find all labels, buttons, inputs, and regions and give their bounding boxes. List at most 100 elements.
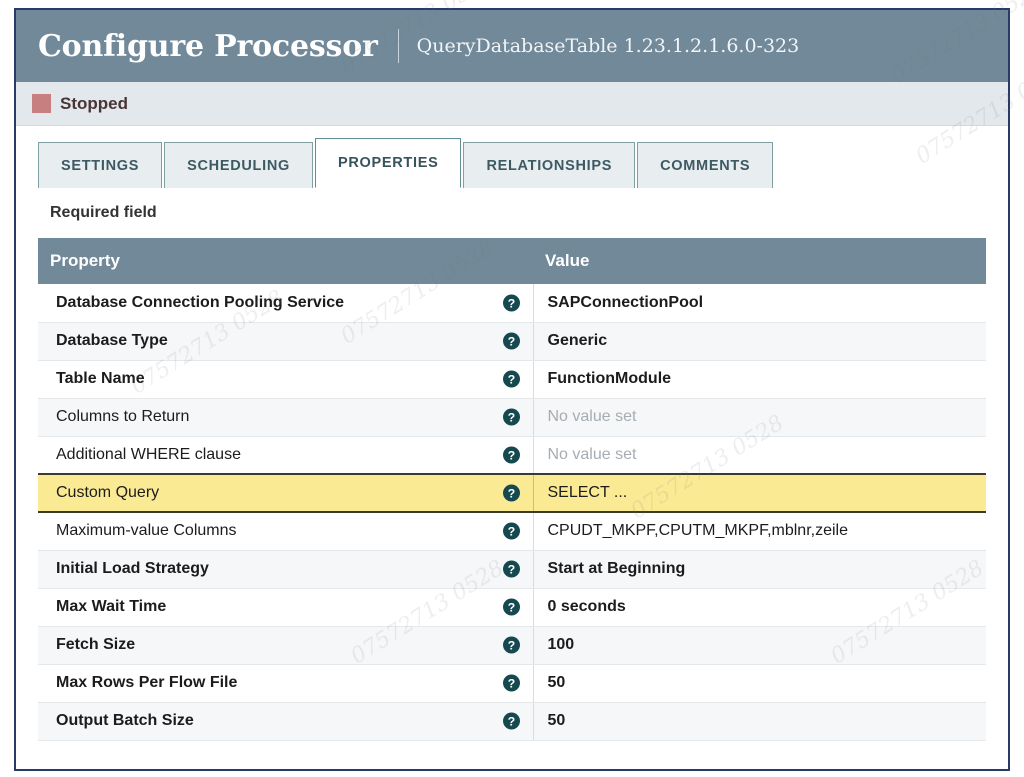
configure-processor-dialog: Configure Processor QueryDatabaseTable 1…: [14, 8, 1010, 771]
svg-text:?: ?: [507, 334, 514, 348]
property-name: Initial Load Strategy: [56, 560, 209, 577]
value-cell[interactable]: SELECT ...: [532, 473, 986, 513]
status-indicator-icon: [32, 94, 51, 113]
property-cell: Table Name?: [38, 360, 533, 399]
help-circle-icon[interactable]: ?: [502, 598, 520, 616]
help-circle-icon[interactable]: ?: [502, 560, 520, 578]
property-name: Columns to Return: [56, 408, 190, 425]
value-cell[interactable]: FunctionModule: [532, 360, 986, 399]
property-name: Table Name: [56, 370, 145, 387]
required-field-note: Required field: [50, 204, 157, 221]
table-row[interactable]: Custom Query? SELECT ...: [38, 473, 986, 513]
tab-label: RELATIONSHIPS: [486, 157, 613, 174]
svg-text:?: ?: [507, 676, 514, 690]
property-value: 50: [547, 712, 566, 729]
table-row[interactable]: Initial Load Strategy? Start at Beginning: [38, 550, 986, 589]
table-header-row: Property Value: [38, 238, 986, 284]
help-circle-icon[interactable]: ?: [502, 522, 520, 540]
property-value: SAPConnectionPool: [547, 293, 704, 311]
column-header-value: Value: [533, 238, 986, 284]
tab-properties[interactable]: PROPERTIES: [314, 138, 462, 188]
value-cell[interactable]: CPUDT_MKPF,CPUTM_MKPF,mblnr,zeile: [532, 512, 986, 551]
property-cell: Fetch Size?: [38, 626, 533, 665]
property-value: CPUDT_MKPF,CPUTM_MKPF,mblnr,zeile: [547, 522, 849, 540]
help-circle-icon[interactable]: ?: [502, 636, 520, 654]
property-name: Database Connection Pooling Service: [56, 293, 345, 311]
svg-text:?: ?: [507, 372, 514, 386]
property-value: FunctionModule: [547, 370, 672, 387]
property-cell: Database Connection Pooling Service?: [38, 284, 533, 323]
table-row[interactable]: Max Rows Per Flow File? 50: [38, 664, 986, 703]
tab-label: SCHEDULING: [187, 157, 290, 174]
help-circle-icon[interactable]: ?: [502, 712, 520, 730]
property-value: Generic: [547, 332, 608, 349]
property-cell: Custom Query?: [38, 473, 533, 513]
table-row[interactable]: Additional WHERE clause? No value set: [38, 436, 986, 475]
property-name: Custom Query: [56, 484, 160, 501]
value-cell[interactable]: No value set: [532, 436, 986, 475]
property-cell: Maximum-value Columns?: [38, 512, 533, 551]
value-cell[interactable]: SAPConnectionPool: [532, 284, 986, 323]
tab-comments[interactable]: COMMENTS: [637, 142, 774, 188]
svg-text:?: ?: [507, 448, 514, 462]
property-value: 0 seconds: [547, 598, 626, 615]
svg-text:?: ?: [507, 486, 514, 500]
property-name: Maximum-value Columns: [56, 522, 237, 540]
help-circle-icon[interactable]: ?: [502, 370, 520, 388]
value-cell[interactable]: Start at Beginning: [532, 550, 986, 589]
tab-relationships[interactable]: RELATIONSHIPS: [463, 142, 636, 188]
dialog-header: Configure Processor QueryDatabaseTable 1…: [16, 10, 1008, 82]
table-row[interactable]: Database Type? Generic: [38, 322, 986, 361]
help-circle-icon[interactable]: ?: [502, 446, 520, 464]
svg-text:?: ?: [507, 525, 514, 539]
table-row[interactable]: Database Connection Pooling Service? SAPC…: [38, 284, 986, 323]
value-cell[interactable]: Generic: [532, 322, 986, 361]
title-separator: [397, 29, 399, 63]
value-cell[interactable]: 50: [532, 664, 986, 703]
value-cell[interactable]: 0 seconds: [532, 588, 986, 627]
tab-settings[interactable]: SETTINGS: [38, 142, 163, 188]
svg-text:?: ?: [507, 562, 514, 576]
svg-text:?: ?: [507, 600, 514, 614]
property-value: No value set: [547, 408, 637, 425]
property-value: 100: [547, 636, 575, 653]
property-cell: Additional WHERE clause?: [38, 436, 533, 475]
svg-text:?: ?: [507, 296, 514, 310]
dialog-body: Required field Property Value Database C…: [16, 188, 1008, 769]
dialog-title: Configure Processor: [38, 28, 378, 64]
processor-type-version: QueryDatabaseTable 1.23.1.2.1.6.0-323: [416, 35, 800, 57]
svg-text:?: ?: [507, 410, 514, 424]
value-cell[interactable]: No value set: [532, 398, 986, 437]
help-circle-icon[interactable]: ?: [502, 294, 520, 312]
property-value: No value set: [547, 445, 637, 463]
help-circle-icon[interactable]: ?: [502, 674, 520, 692]
tab-scheduling[interactable]: SCHEDULING: [164, 142, 313, 188]
column-header-property: Property: [38, 238, 533, 284]
property-cell: Initial Load Strategy?: [38, 550, 533, 589]
table-row[interactable]: Columns to Return? No value set: [38, 398, 986, 437]
property-value: SELECT ...: [547, 484, 628, 501]
help-circle-icon[interactable]: ?: [502, 408, 520, 426]
property-cell: Max Rows Per Flow File?: [38, 664, 533, 703]
property-name: Output Batch Size: [56, 712, 194, 729]
help-circle-icon[interactable]: ?: [502, 332, 520, 350]
property-cell: Columns to Return?: [38, 398, 533, 437]
property-value: 50: [547, 674, 566, 691]
property-cell: Database Type?: [38, 322, 533, 361]
table-row[interactable]: Maximum-value Columns? CPUDT_MKPF,CPUTM_M…: [38, 512, 986, 551]
svg-text:?: ?: [507, 714, 514, 728]
properties-table: Property Value Database Connection Pooli…: [38, 238, 986, 741]
table-row[interactable]: Max Wait Time? 0 seconds: [38, 588, 986, 627]
value-cell[interactable]: 100: [532, 626, 986, 665]
tab-label: SETTINGS: [61, 157, 140, 174]
table-row[interactable]: Table Name? FunctionModule: [38, 360, 986, 399]
property-cell: Max Wait Time?: [38, 588, 533, 627]
property-name: Database Type: [56, 332, 168, 349]
table-row[interactable]: Output Batch Size? 50: [38, 702, 986, 741]
property-name: Fetch Size: [56, 636, 136, 653]
value-cell[interactable]: 50: [532, 702, 986, 741]
property-name: Max Rows Per Flow File: [56, 674, 238, 691]
help-circle-icon[interactable]: ?: [502, 484, 520, 502]
property-name: Additional WHERE clause: [56, 445, 241, 463]
table-row[interactable]: Fetch Size? 100: [38, 626, 986, 665]
